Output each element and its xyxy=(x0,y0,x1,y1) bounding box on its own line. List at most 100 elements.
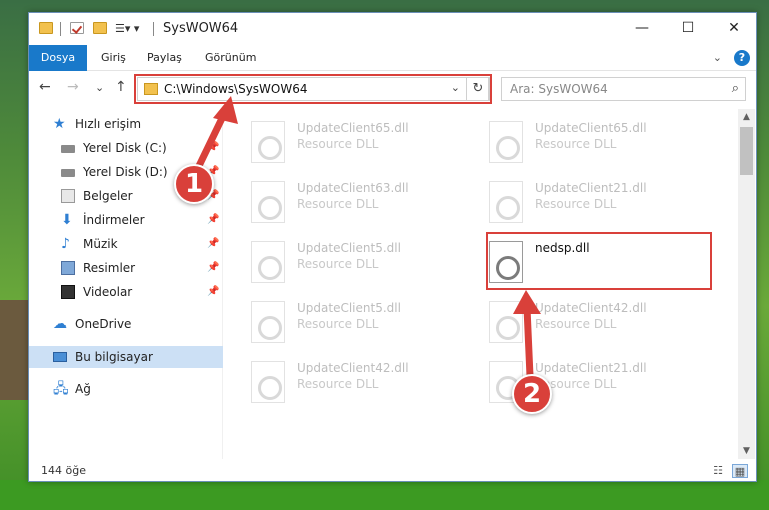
sidebar-item-music[interactable]: ♪ Müzik 📌 xyxy=(29,233,223,255)
file-item[interactable]: UpdateClient42.dll Resource DLL xyxy=(467,295,697,347)
file-name: UpdateClient5.dll xyxy=(297,241,401,255)
download-arrow-icon: ⬇ xyxy=(61,212,73,228)
window-title: SysWOW64 xyxy=(163,21,239,36)
sidebar-item-quick-access[interactable]: ★ Hızlı erişim xyxy=(29,113,223,135)
file-item[interactable]: UpdateClient65.dll Resource DLL xyxy=(229,115,459,167)
sidebar-item-this-pc[interactable]: Bu bilgisayar xyxy=(29,346,223,368)
scroll-up-arrow-icon[interactable]: ▲ xyxy=(738,109,755,125)
toolbar-separator xyxy=(153,22,154,36)
pin-icon[interactable]: 📌 xyxy=(207,257,219,279)
navigation-pane: ★ Hızlı erişim Yerel Disk (C:) 📌 Yerel D… xyxy=(29,109,223,459)
scroll-thumb[interactable] xyxy=(740,127,753,175)
file-type: Resource DLL xyxy=(535,137,617,151)
pin-icon[interactable]: 📌 xyxy=(207,137,219,159)
sidebar-item-label: Belgeler xyxy=(83,189,133,203)
file-item[interactable]: UpdateClient65.dll Resource DLL xyxy=(467,115,697,167)
search-icon[interactable]: ⌕ xyxy=(732,81,739,96)
file-item[interactable]: UpdateClient5.dll Resource DLL xyxy=(229,295,459,347)
cloud-icon: ☁ xyxy=(53,316,67,332)
navigation-bar: ← → ⌄ ↑ C:\Windows\SysWOW64 ⌄ ↻ Ara: Sys… xyxy=(29,73,756,105)
help-icon[interactable]: ? xyxy=(734,50,750,66)
tab-file[interactable]: Dosya xyxy=(29,45,87,71)
file-highlight-box xyxy=(486,232,712,290)
sidebar-item-label: Yerel Disk (C:) xyxy=(83,141,167,155)
sidebar-item-label: Resimler xyxy=(83,261,136,275)
sidebar-item-downloads[interactable]: ⬇ İndirmeler 📌 xyxy=(29,209,223,231)
maximize-button[interactable]: ☐ xyxy=(665,13,711,43)
step-marker-1: 1 xyxy=(174,164,214,204)
close-button[interactable]: ✕ xyxy=(711,13,757,43)
file-name: UpdateClient21.dll xyxy=(535,361,647,375)
search-box[interactable]: Ara: SysWOW64 ⌕ xyxy=(501,77,746,101)
minimize-button[interactable]: — xyxy=(619,13,665,43)
tab-home[interactable]: Giriş xyxy=(91,45,136,71)
item-count: 144 öğe xyxy=(41,464,86,477)
ribbon: Dosya Giriş Paylaş Görünüm ⌄ ? xyxy=(29,45,756,71)
dll-file-icon xyxy=(251,361,285,403)
sidebar-item-network[interactable]: 🖧 Ağ xyxy=(29,378,223,400)
file-name: UpdateClient21.dll xyxy=(535,181,647,195)
file-type: Resource DLL xyxy=(297,317,379,331)
up-button[interactable]: ↑ xyxy=(115,79,127,95)
sidebar-item-label: OneDrive xyxy=(75,317,132,331)
background-grass xyxy=(0,480,769,510)
status-bar: 144 öğe ☷ ▦ xyxy=(29,461,756,483)
file-type: Resource DLL xyxy=(535,197,617,211)
recent-locations-button[interactable]: ⌄ xyxy=(95,81,104,94)
tab-view[interactable]: Görünüm xyxy=(195,45,266,71)
details-view-icon[interactable]: ☷ xyxy=(710,464,726,478)
documents-icon xyxy=(61,189,75,203)
scroll-down-arrow-icon[interactable]: ▼ xyxy=(738,443,755,459)
dll-file-icon xyxy=(489,301,523,343)
sidebar-item-local-disk-c[interactable]: Yerel Disk (C:) 📌 xyxy=(29,137,223,159)
computer-icon xyxy=(53,352,67,362)
file-type: Resource DLL xyxy=(297,137,379,151)
properties-check-icon[interactable] xyxy=(70,22,84,34)
address-highlight-box xyxy=(134,74,492,104)
large-icons-view-icon[interactable]: ▦ xyxy=(732,464,748,478)
sidebar-item-label: Müzik xyxy=(83,237,118,251)
film-strip-icon xyxy=(61,285,75,299)
new-folder-icon[interactable] xyxy=(93,22,107,34)
forward-button[interactable]: → xyxy=(67,79,79,95)
disk-icon xyxy=(61,169,75,177)
disk-icon xyxy=(61,145,75,153)
file-item[interactable]: UpdateClient63.dll Resource DLL xyxy=(229,175,459,227)
file-name: UpdateClient42.dll xyxy=(297,361,409,375)
network-icon: 🖧 xyxy=(53,381,69,397)
sidebar-item-label: Bu bilgisayar xyxy=(75,350,153,364)
file-type: Resource DLL xyxy=(535,317,617,331)
file-item[interactable]: UpdateClient42.dll Resource DLL xyxy=(229,355,459,407)
dll-file-icon xyxy=(489,181,523,223)
pin-icon[interactable]: 📌 xyxy=(207,209,219,231)
pictures-icon xyxy=(61,261,75,275)
file-item[interactable]: UpdateClient21.dll Resource DLL xyxy=(467,355,697,407)
file-item[interactable]: UpdateClient5.dll Resource DLL xyxy=(229,235,459,287)
sidebar-item-label: Hızlı erişim xyxy=(75,117,142,131)
expand-ribbon-icon[interactable]: ⌄ xyxy=(713,51,722,64)
customize-toolbar-icon[interactable]: ☰▾ ▾ xyxy=(115,22,139,35)
tab-share[interactable]: Paylaş xyxy=(137,45,192,71)
dll-file-icon xyxy=(251,181,285,223)
title-bar: ☰▾ ▾ SysWOW64 — ☐ ✕ xyxy=(29,13,756,45)
sidebar-item-pictures[interactable]: Resimler 📌 xyxy=(29,257,223,279)
sidebar-item-onedrive[interactable]: ☁ OneDrive xyxy=(29,313,223,335)
file-type: Resource DLL xyxy=(297,197,379,211)
back-button[interactable]: ← xyxy=(39,79,51,95)
sidebar-item-label: İndirmeler xyxy=(83,213,145,227)
music-note-icon: ♪ xyxy=(61,236,70,252)
vertical-scrollbar[interactable]: ▲ ▼ xyxy=(738,109,755,459)
dll-file-icon xyxy=(251,301,285,343)
file-name: UpdateClient65.dll xyxy=(535,121,647,135)
sidebar-item-label: Yerel Disk (D:) xyxy=(83,165,168,179)
pin-icon[interactable]: 📌 xyxy=(207,281,219,303)
dll-file-icon xyxy=(489,121,523,163)
pin-icon[interactable]: 📌 xyxy=(207,233,219,255)
search-input[interactable]: Ara: SysWOW64 xyxy=(510,82,608,96)
file-name: UpdateClient65.dll xyxy=(297,121,409,135)
file-name: UpdateClient42.dll xyxy=(535,301,647,315)
sidebar-item-videos[interactable]: Videolar 📌 xyxy=(29,281,223,303)
folder-icon xyxy=(39,22,53,34)
file-item[interactable]: UpdateClient21.dll Resource DLL xyxy=(467,175,697,227)
toolbar-separator xyxy=(60,22,61,36)
